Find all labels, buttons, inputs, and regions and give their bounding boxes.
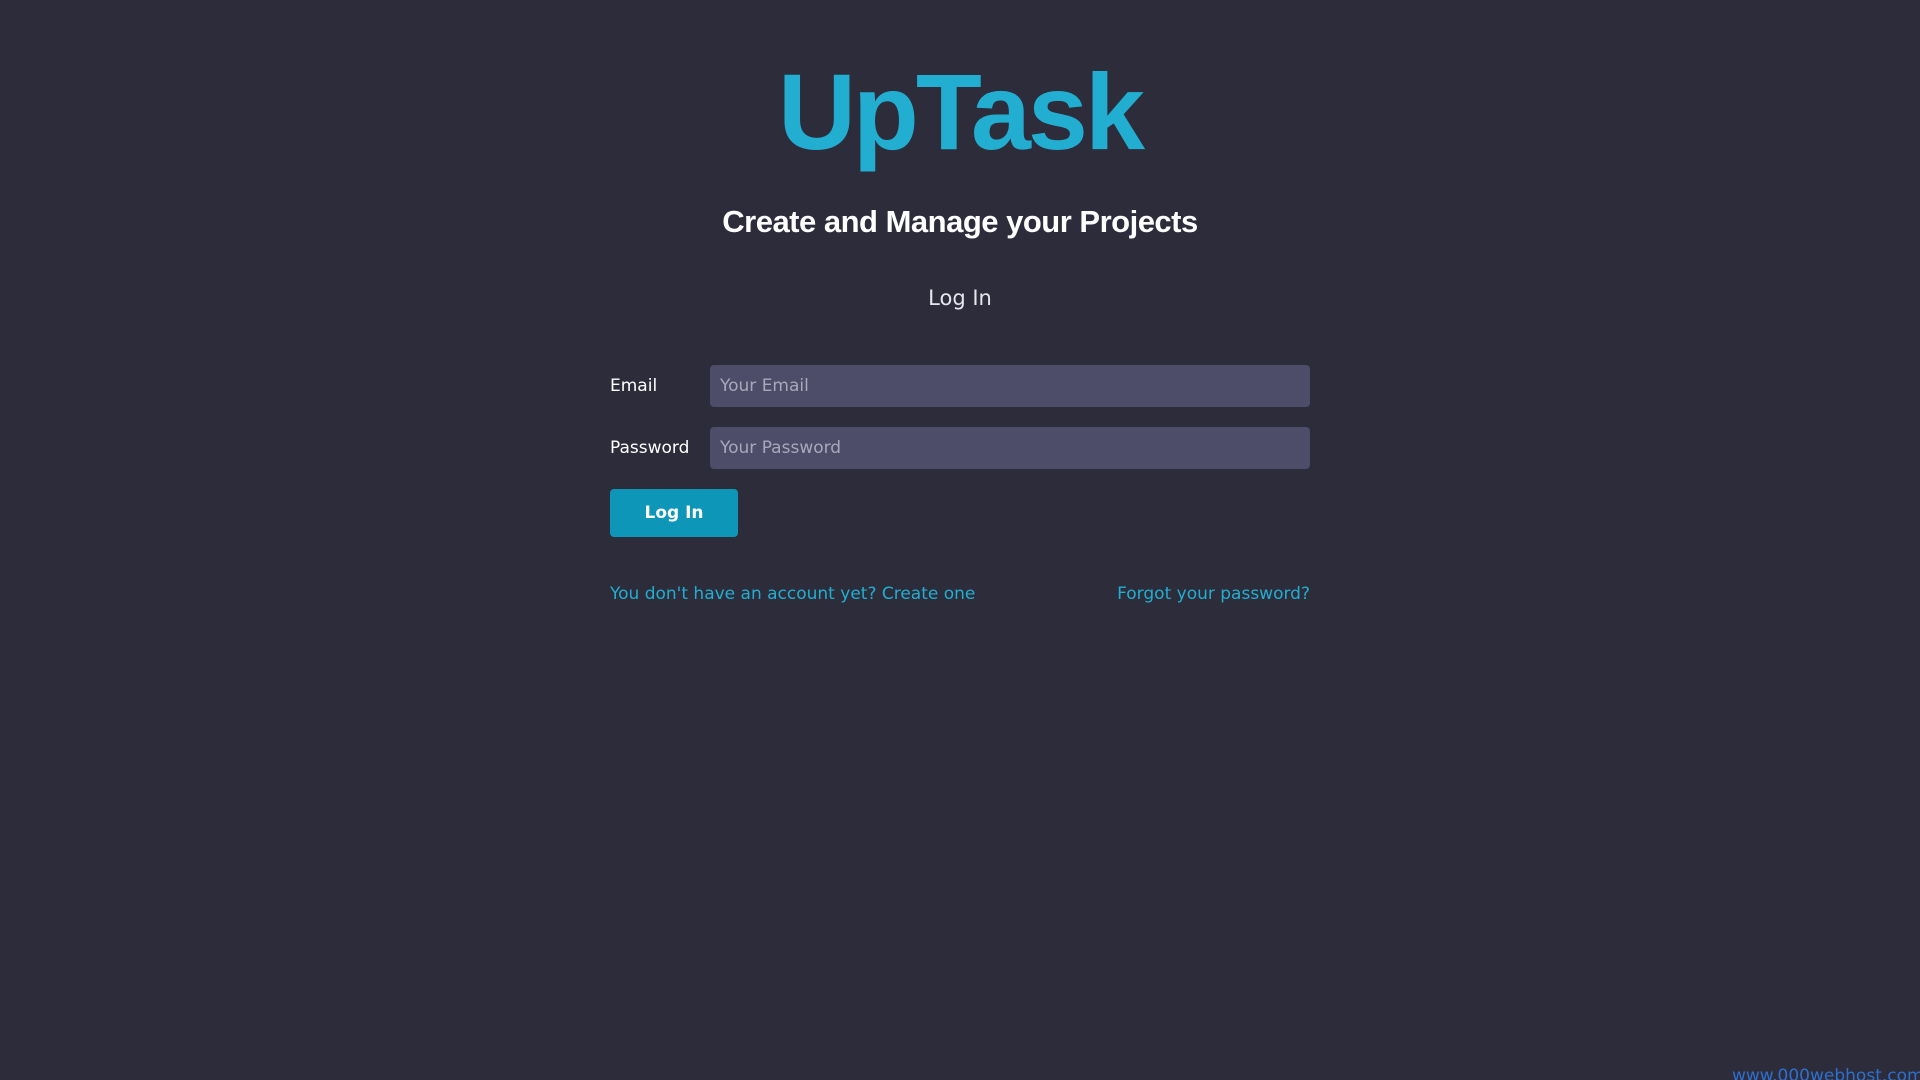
account-actions: You don't have an account yet? Create on… <box>610 584 1310 604</box>
email-field-row: Email <box>610 365 1310 407</box>
form-title: Log In <box>928 286 992 310</box>
password-input[interactable] <box>710 427 1310 469</box>
webhost-footer-link[interactable]: www.000webhost.com <box>1732 1066 1920 1080</box>
email-input[interactable] <box>710 365 1310 407</box>
page-tagline: Create and Manage your Projects <box>722 204 1198 239</box>
login-form: Email Password Log In <box>610 365 1310 537</box>
email-label: Email <box>610 376 658 396</box>
login-page: UpTask Create and Manage your Projects L… <box>0 0 1920 1080</box>
forgot-password-link[interactable]: Forgot your password? <box>1117 584 1310 604</box>
uptask-logo: UpTask <box>777 51 1145 172</box>
password-field-row: Password <box>610 427 1310 469</box>
password-label: Password <box>610 438 690 458</box>
log-in-button[interactable]: Log In <box>610 489 738 537</box>
create-account-link[interactable]: You don't have an account yet? Create on… <box>610 584 975 604</box>
